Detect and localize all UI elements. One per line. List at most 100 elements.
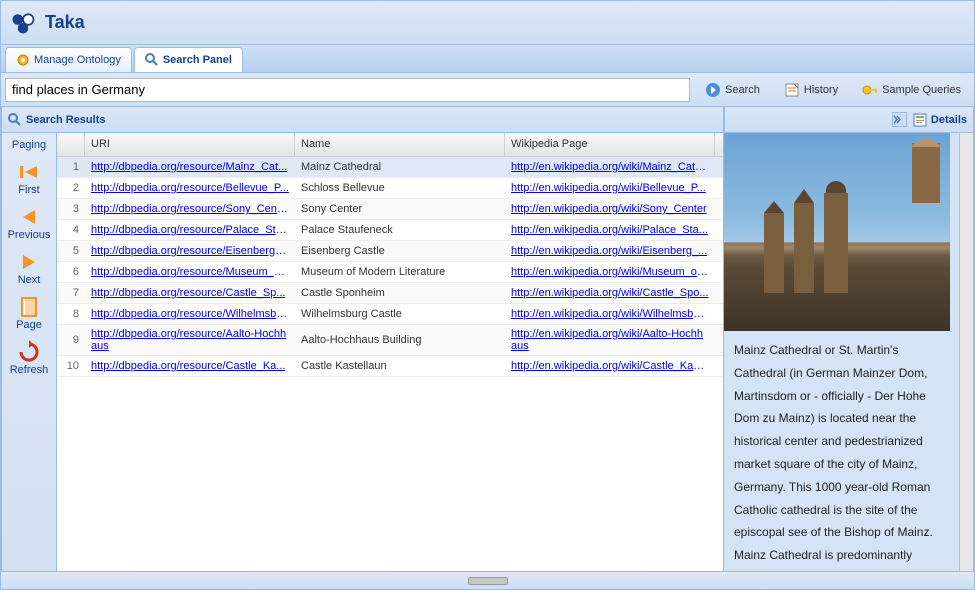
btn-label: Sample Queries: [882, 84, 961, 96]
app-title: Taka: [45, 12, 85, 33]
table-row[interactable]: 10 http://dbpedia.org/resource/Castle_Ka.…: [57, 356, 723, 377]
table-row[interactable]: 9http://dbpedia.org/resource/Aalto-Hochh…: [57, 325, 723, 356]
uri-link[interactable]: http://dbpedia.org/resource/Museum_o...: [91, 266, 289, 278]
results-grid: URI Name Wikipedia Page 1 http://dbpedia.…: [57, 133, 724, 571]
wiki-link[interactable]: http://en.wikipedia.org/wiki/Eisenberg_.…: [511, 245, 707, 257]
btn-label: History: [804, 84, 838, 96]
row-index: 10: [57, 356, 85, 376]
row-index: 3: [57, 199, 85, 219]
page-icon: [17, 295, 41, 319]
search-input[interactable]: [5, 78, 690, 102]
page-button[interactable]: Page: [5, 292, 53, 337]
grid-body[interactable]: 1 http://dbpedia.org/resource/Mainz_Cat..…: [57, 157, 723, 571]
paging-header: Paging: [12, 135, 46, 157]
history-icon: [784, 82, 800, 98]
cell-uri: http://dbpedia.org/resource/Bellevue_P..…: [85, 178, 295, 198]
cell-uri: http://dbpedia.org/resource/Palace_Sta..…: [85, 220, 295, 240]
wiki-link[interactable]: http://en.wikipedia.org/wiki/Palace_Sta.…: [511, 224, 708, 236]
grid-header: URI Name Wikipedia Page: [57, 133, 723, 157]
uri-link[interactable]: http://dbpedia.org/resource/Sony_Center: [91, 203, 289, 215]
uri-link[interactable]: http://dbpedia.org/resource/Palace_Sta..…: [91, 224, 289, 236]
previous-icon: [17, 205, 41, 229]
wiki-link[interactable]: http://en.wikipedia.org/wiki/Castle_Spo.…: [511, 287, 709, 299]
table-row[interactable]: 5http://dbpedia.org/resource/Eisenberg_.…: [57, 241, 723, 262]
cell-name: Mainz Cathedral: [295, 157, 505, 177]
cell-name: Sony Center: [295, 199, 505, 219]
details-body[interactable]: Mainz Cathedral or St. Martin's Cathedra…: [724, 133, 959, 571]
tab-search-panel[interactable]: Search Panel: [134, 47, 243, 72]
scrollbar[interactable]: [959, 133, 973, 571]
table-row[interactable]: 1 http://dbpedia.org/resource/Mainz_Cat..…: [57, 157, 723, 178]
app-header: Taka: [1, 1, 974, 45]
wiki-link[interactable]: http://en.wikipedia.org/wiki/Sony_Center: [511, 203, 707, 215]
bottom-scrollbar[interactable]: [1, 571, 974, 589]
table-row[interactable]: 7http://dbpedia.org/resource/Castle_Sp..…: [57, 283, 723, 304]
wiki-link[interactable]: http://en.wikipedia.org/wiki/Bellevue_P.…: [511, 182, 706, 194]
uri-link[interactable]: http://dbpedia.org/resource/Bellevue_P..…: [91, 182, 289, 194]
cell-name: Schloss Bellevue: [295, 178, 505, 198]
row-index: 1: [57, 157, 85, 177]
cell-name: Palace Staufeneck: [295, 220, 505, 240]
row-index: 2: [57, 178, 85, 198]
table-row[interactable]: 6 http://dbpedia.org/resource/Museum_o...…: [57, 262, 723, 283]
panel-title: Search Results: [26, 114, 105, 126]
btn-label: First: [18, 184, 39, 196]
table-row[interactable]: 8http://dbpedia.org/resource/Wilhelmsbu.…: [57, 304, 723, 325]
uri-link[interactable]: http://dbpedia.org/resource/Castle_Ka...: [91, 360, 285, 372]
wiki-link[interactable]: http://en.wikipedia.org/wiki/Wilhelmsbur…: [511, 308, 709, 320]
results-panel-header: Search Results: [1, 107, 724, 133]
collapse-button[interactable]: [892, 112, 907, 127]
cell-wiki: http://en.wikipedia.org/wiki/Aalto-Hochh…: [505, 325, 715, 355]
wiki-link[interactable]: http://en.wikipedia.org/wiki/Museum_of..…: [511, 266, 709, 278]
details-panel-header: Details: [724, 107, 974, 133]
wiki-link[interactable]: http://en.wikipedia.org/wiki/Aalto-Hochh…: [511, 328, 709, 352]
col-header-name[interactable]: Name: [295, 133, 505, 156]
cell-wiki: http://en.wikipedia.org/wiki/Castle_Kast…: [505, 356, 715, 376]
first-button[interactable]: First: [5, 157, 53, 202]
cell-name: Castle Kastellaun: [295, 356, 505, 376]
details-text: Mainz Cathedral or St. Martin's Cathedra…: [724, 331, 959, 571]
search-bar: Search History Sample Queries: [1, 73, 974, 107]
details-image: [724, 133, 950, 331]
sample-queries-button[interactable]: Sample Queries: [853, 78, 970, 102]
double-chevron-right-icon: [893, 115, 902, 124]
col-header-wiki[interactable]: Wikipedia Page: [505, 133, 715, 156]
search-go-icon: [705, 82, 721, 98]
cell-name: Castle Sponheim: [295, 283, 505, 303]
table-row[interactable]: 4http://dbpedia.org/resource/Palace_Sta.…: [57, 220, 723, 241]
cell-wiki: http://en.wikipedia.org/wiki/Palace_Sta.…: [505, 220, 715, 240]
search-icon: [8, 113, 22, 127]
tab-manage-ontology[interactable]: Manage Ontology: [5, 47, 132, 72]
cell-wiki: http://en.wikipedia.org/wiki/Eisenberg_.…: [505, 241, 715, 261]
wiki-link[interactable]: http://en.wikipedia.org/wiki/Mainz_Cath.…: [511, 161, 709, 173]
uri-link[interactable]: http://dbpedia.org/resource/Wilhelmsbu..…: [91, 308, 289, 320]
search-icon: [145, 53, 159, 67]
uri-link[interactable]: http://dbpedia.org/resource/Eisenberg_..…: [91, 245, 289, 257]
panel-title: Details: [931, 114, 967, 126]
table-row[interactable]: 2 http://dbpedia.org/resource/Bellevue_P.…: [57, 178, 723, 199]
refresh-button[interactable]: Refresh: [5, 337, 53, 382]
cell-uri: http://dbpedia.org/resource/Sony_Center: [85, 199, 295, 219]
col-header-index[interactable]: [57, 133, 85, 156]
col-header-uri[interactable]: URI: [85, 133, 295, 156]
search-button[interactable]: Search: [696, 78, 769, 102]
row-index: 9: [57, 325, 85, 355]
history-button[interactable]: History: [775, 78, 847, 102]
next-button[interactable]: Next: [5, 247, 53, 292]
tab-bar: Manage Ontology Search Panel: [1, 45, 974, 73]
tab-label: Manage Ontology: [34, 54, 121, 66]
next-icon: [17, 250, 41, 274]
uri-link[interactable]: http://dbpedia.org/resource/Castle_Sp...: [91, 287, 285, 299]
uri-link[interactable]: http://dbpedia.org/resource/Mainz_Cat...: [91, 161, 287, 173]
first-icon: [17, 160, 41, 184]
key-icon: [862, 82, 878, 98]
btn-label: Page: [16, 319, 42, 331]
table-row[interactable]: 3 http://dbpedia.org/resource/Sony_Center…: [57, 199, 723, 220]
cell-wiki: http://en.wikipedia.org/wiki/Wilhelmsbur…: [505, 304, 715, 324]
btn-label: Next: [18, 274, 41, 286]
row-index: 6: [57, 262, 85, 282]
wiki-link[interactable]: http://en.wikipedia.org/wiki/Castle_Kast…: [511, 360, 709, 372]
cell-uri: http://dbpedia.org/resource/Castle_Ka...: [85, 356, 295, 376]
uri-link[interactable]: http://dbpedia.org/resource/Aalto-Hochha…: [91, 328, 289, 352]
previous-button[interactable]: Previous: [5, 202, 53, 247]
